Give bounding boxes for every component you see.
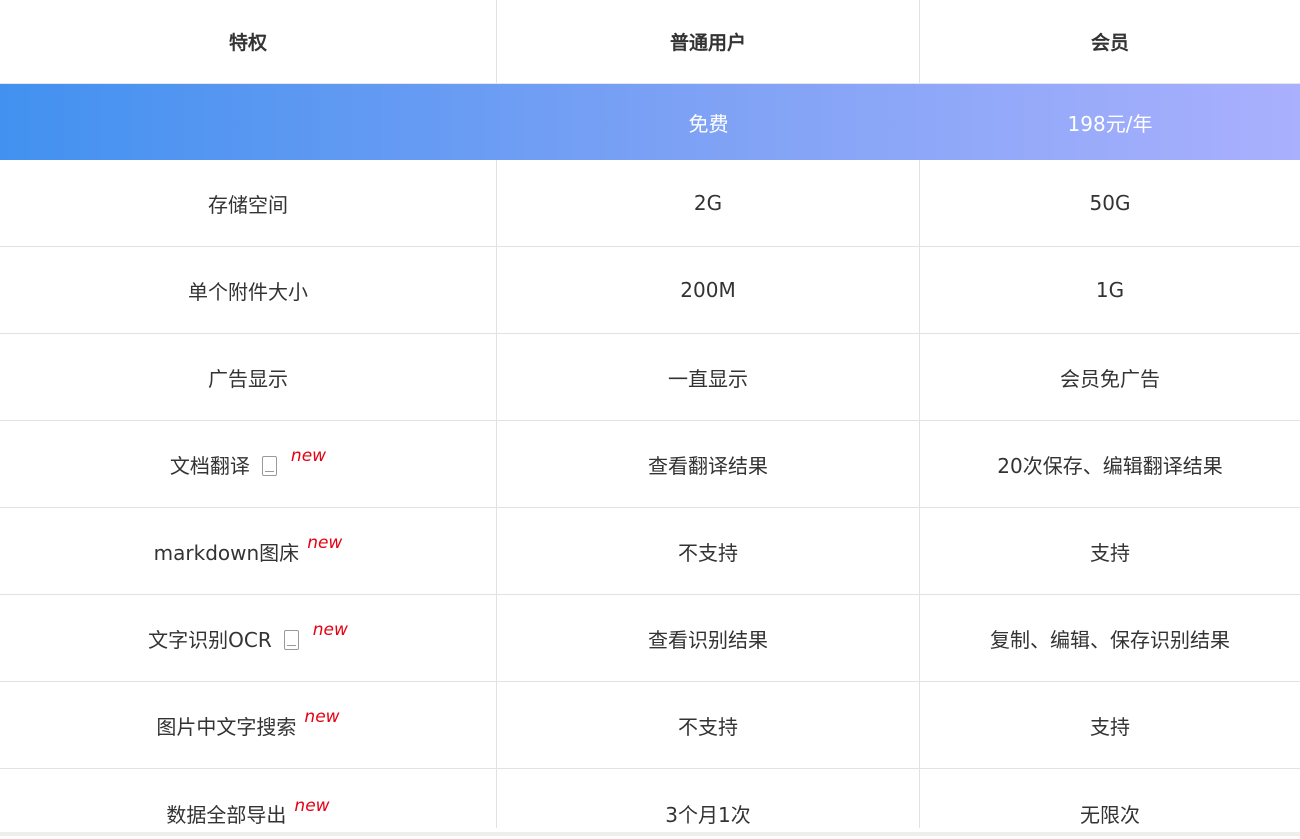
new-badge: new	[312, 620, 348, 640]
feature-cell: markdown图床 new	[0, 508, 497, 594]
feature-label: 数据全部导出	[166, 803, 287, 827]
feature-label: 单个附件大小	[188, 279, 308, 304]
table-row: 存储空间 2G 50G	[0, 160, 1300, 247]
new-badge: new	[290, 446, 327, 466]
free-value: 不支持	[497, 682, 920, 768]
feature-label: markdown图床	[153, 540, 300, 565]
feature-label: 文字识别OCR	[148, 627, 272, 652]
member-value: 20次保存、编辑翻译结果	[997, 453, 1223, 478]
table-row: 广告显示 一直显示 会员免广告	[0, 334, 1300, 421]
member-value: 50G	[1089, 191, 1131, 215]
tablet-icon	[283, 630, 299, 650]
table-header: 特权 普通用户 会员	[0, 0, 1300, 84]
free-value: 查看识别结果	[497, 595, 920, 681]
table-row: 文字识别OCR new 查看识别结果 复制、编辑、保存识别结果	[0, 595, 1300, 682]
feature-label: 文档翻译	[169, 453, 250, 478]
price-free: 免费	[688, 111, 729, 136]
member-value: 1G	[1095, 278, 1125, 302]
member-value: 会员免广告	[1060, 366, 1160, 391]
feature-label: 图片中文字搜索	[156, 714, 297, 739]
header-free-user: 普通用户	[497, 0, 920, 83]
member-value: 支持	[1090, 714, 1130, 739]
tablet-icon	[261, 456, 277, 476]
header-member: 会员	[1090, 32, 1129, 54]
feature-cell: 广告显示	[0, 334, 497, 420]
header-feature: 特权	[0, 0, 497, 83]
new-badge: new	[307, 533, 343, 553]
free-value: 3个月1次	[497, 769, 920, 828]
free-value: 一直显示	[497, 334, 920, 420]
price-member: 198元/年	[1067, 111, 1153, 136]
free-value: 不支持	[497, 508, 920, 594]
feature-cell: 文档翻译 new	[0, 421, 497, 507]
price-row: 免费 198元/年	[0, 84, 1300, 160]
feature-label: 存储空间	[208, 192, 288, 217]
feature-cell: 数据全部导出 new	[0, 769, 497, 828]
feature-label: 广告显示	[208, 366, 288, 391]
member-value: 无限次	[1080, 803, 1140, 827]
table-row: 单个附件大小 200M 1G	[0, 247, 1300, 334]
member-value: 支持	[1090, 540, 1130, 565]
new-badge: new	[304, 707, 340, 727]
table-row: markdown图床 new 不支持 支持	[0, 508, 1300, 595]
bottom-divider	[0, 832, 1300, 836]
table-row: 图片中文字搜索 new 不支持 支持	[0, 682, 1300, 769]
free-value: 200M	[497, 247, 920, 333]
new-badge: new	[294, 795, 330, 816]
feature-cell: 单个附件大小	[0, 247, 497, 333]
feature-cell: 存储空间	[0, 160, 497, 246]
price-feature	[0, 84, 497, 160]
feature-cell: 文字识别OCR new	[0, 595, 497, 681]
member-value: 复制、编辑、保存识别结果	[990, 627, 1230, 652]
membership-comparison-table: 特权 普通用户 会员 免费 198元/年 存储空间 2G 50G 单个附件大小 …	[0, 0, 1300, 839]
feature-cell: 图片中文字搜索 new	[0, 682, 497, 768]
free-value: 2G	[497, 160, 920, 246]
table-row: 文档翻译 new 查看翻译结果 20次保存、编辑翻译结果	[0, 421, 1300, 508]
table-row: 数据全部导出 new 3个月1次 无限次	[0, 769, 1300, 839]
free-value: 查看翻译结果	[497, 421, 920, 507]
